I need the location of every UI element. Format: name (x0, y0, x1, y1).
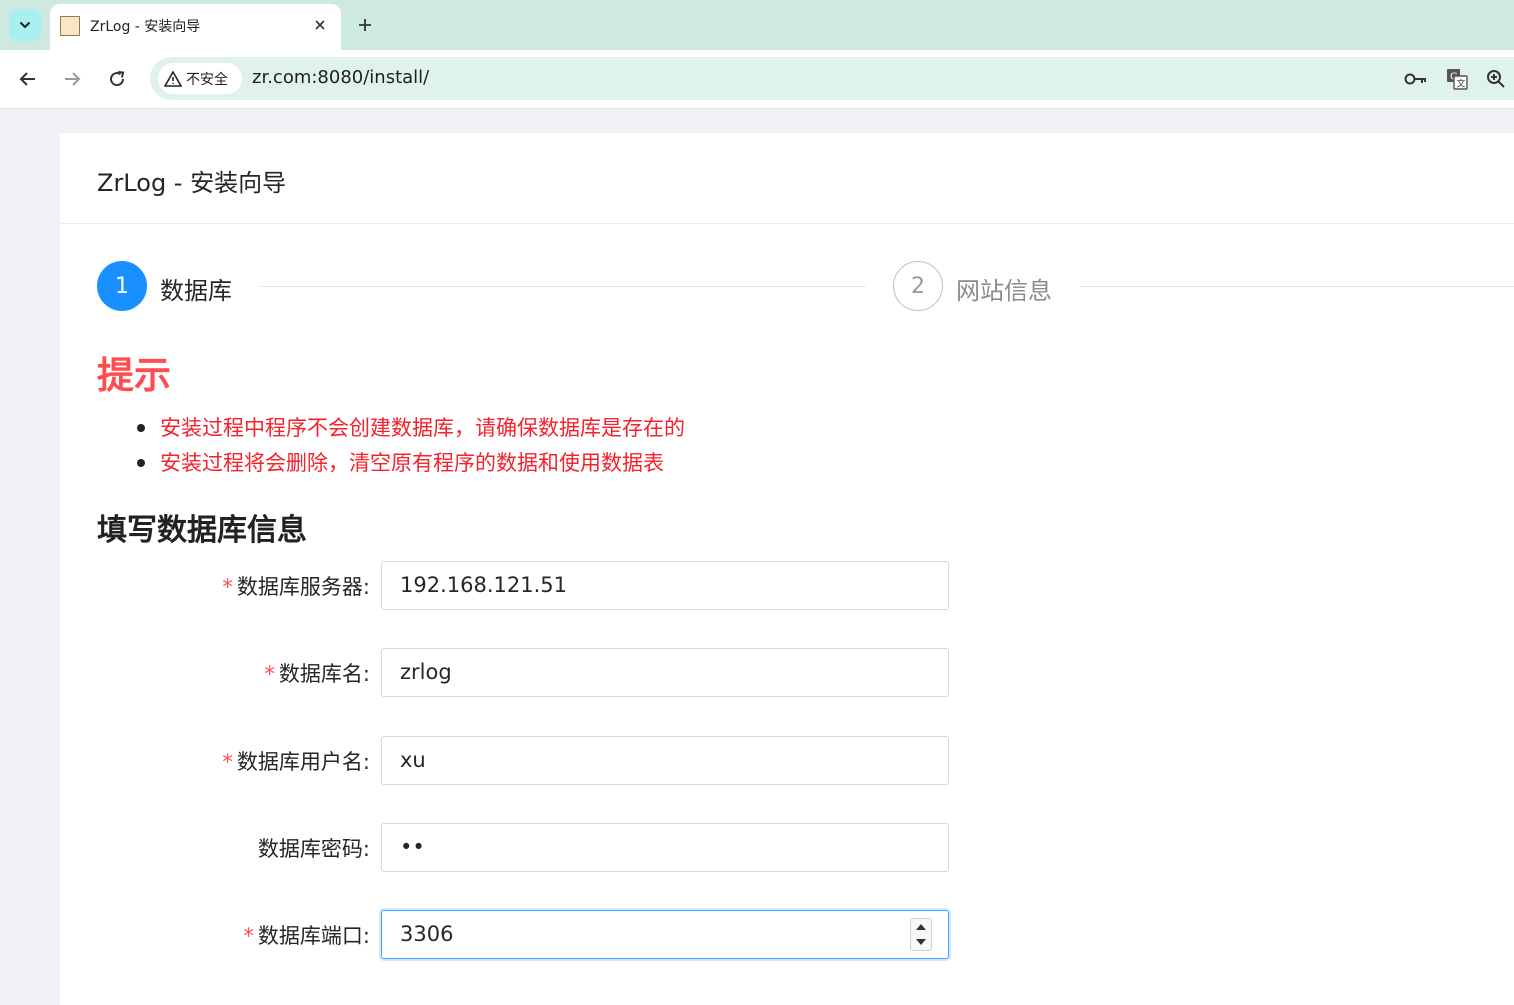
zoom-button[interactable] (1484, 67, 1508, 91)
key-icon (1404, 73, 1426, 85)
step-1-indicator: 1 (97, 261, 147, 311)
tab-close-button[interactable] (308, 13, 332, 37)
form-row-db-port: * 数据库端口: 3306 (60, 910, 960, 960)
db-server-label-text: 数据库服务器: (236, 575, 370, 599)
arrow-right-icon (65, 72, 81, 86)
address-bar[interactable]: 不安全 zr.com:8080/install/ G 文 (150, 57, 1514, 100)
arrow-left-icon (19, 72, 35, 86)
zoom-in-icon (1487, 70, 1505, 88)
tip-heading: 提示 (97, 354, 171, 397)
db-port-label: * 数据库端口: (243, 920, 370, 950)
tab-search-button[interactable] (9, 9, 41, 41)
required-mark: * (264, 662, 275, 686)
db-password-input[interactable]: •• (381, 823, 949, 872)
bullet-icon (137, 459, 145, 467)
step-connector (260, 286, 866, 287)
card-header: ZrLog - 安装向导 (60, 133, 1514, 224)
tip-item: 安装过程将会删除，清空原有程序的数据和使用数据表 (137, 447, 685, 482)
db-name-label-text: 数据库名: (278, 662, 370, 686)
site-favicon-icon (60, 16, 80, 36)
step-tail-line (1080, 286, 1514, 287)
required-mark: * (222, 575, 233, 599)
tip-item: 安装过程中程序不会创建数据库，请确保数据库是存在的 (137, 412, 685, 447)
required-mark: * (243, 924, 254, 948)
install-card: ZrLog - 安装向导 1 数据库 2 网站信息 提示 安装过程中程序不会创建… (60, 133, 1514, 1005)
db-username-label-text: 数据库用户名: (236, 750, 370, 774)
password-key-button[interactable] (1404, 67, 1428, 91)
step-1-number: 1 (115, 273, 129, 299)
warning-triangle-icon (164, 70, 182, 87)
db-password-label: 数据库密码: (258, 833, 370, 863)
port-stepper[interactable] (910, 918, 932, 951)
translate-button[interactable]: G 文 (1445, 67, 1469, 91)
required-mark: * (222, 750, 233, 774)
db-username-label: * 数据库用户名: (222, 746, 370, 776)
db-password-label-text: 数据库密码: (257, 837, 370, 861)
step-1-label: 数据库 (160, 277, 232, 305)
reload-button[interactable] (102, 64, 132, 94)
back-button[interactable] (13, 64, 43, 94)
translate-icon: G 文 (1447, 69, 1468, 90)
security-indicator[interactable]: 不安全 (158, 63, 242, 94)
step-2-label: 网站信息 (956, 277, 1052, 305)
stepper-arrows-icon (916, 924, 926, 945)
forward-button[interactable] (57, 64, 87, 94)
db-port-input[interactable]: 3306 (381, 910, 949, 959)
tip-list: 安装过程中程序不会创建数据库，请确保数据库是存在的 安装过程将会删除，清空原有程… (137, 412, 685, 482)
db-port-label-text: 数据库端口: (257, 924, 370, 948)
tip-item-text: 安装过程将会删除，清空原有程序的数据和使用数据表 (160, 451, 664, 475)
form-row-db-password: 数据库密码: •• (60, 823, 960, 873)
db-server-label: * 数据库服务器: (222, 571, 370, 601)
form-heading: 填写数据库信息 (97, 513, 307, 548)
svg-text:文: 文 (1457, 78, 1466, 90)
close-icon (315, 20, 325, 30)
tab-title: ZrLog - 安装向导 (90, 19, 201, 35)
tip-item-text: 安装过程中程序不会创建数据库，请确保数据库是存在的 (160, 416, 685, 440)
db-name-input[interactable]: zrlog (381, 648, 949, 697)
browser-tab-bar: ZrLog - 安装向导 (0, 0, 1514, 50)
url-text[interactable]: zr.com:8080/install/ (252, 67, 429, 88)
new-tab-button[interactable] (352, 12, 378, 38)
browser-toolbar: 不安全 zr.com:8080/install/ G 文 (0, 50, 1514, 109)
db-username-input[interactable]: xu (381, 736, 949, 785)
db-server-input[interactable]: 192.168.121.51 (381, 561, 949, 610)
form-row-db-server: * 数据库服务器: 192.168.121.51 (60, 561, 960, 611)
db-name-label: * 数据库名: (264, 658, 370, 688)
bullet-icon (137, 424, 145, 432)
form-row-db-name: * 数据库名: zrlog (60, 648, 960, 698)
page-title: ZrLog - 安装向导 (97, 169, 287, 197)
browser-tab[interactable]: ZrLog - 安装向导 (50, 4, 341, 50)
plus-icon (359, 19, 371, 31)
step-2-number: 2 (911, 273, 925, 299)
chevron-down-icon (20, 22, 30, 29)
reload-icon (110, 71, 125, 87)
db-port-value: 3306 (400, 922, 454, 946)
form-row-db-username: * 数据库用户名: xu (60, 736, 960, 786)
security-label: 不安全 (186, 71, 228, 88)
step-2-indicator: 2 (893, 261, 943, 311)
